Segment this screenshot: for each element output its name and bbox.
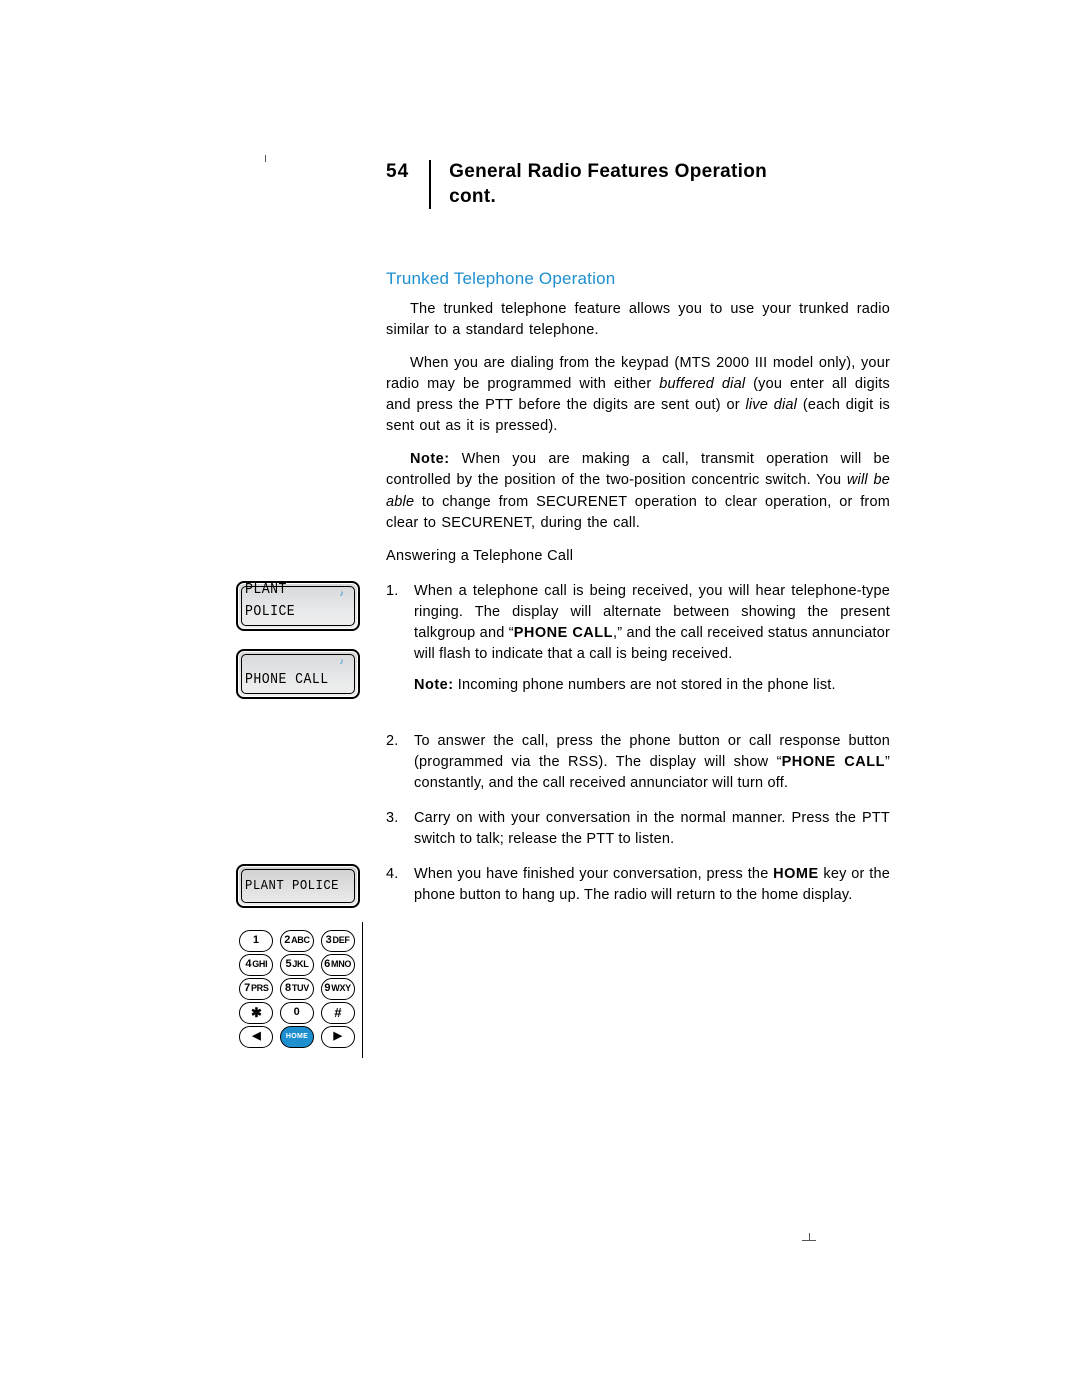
key-star[interactable]: ✱ xyxy=(239,1002,273,1024)
title-line-1: General Radio Features Operation xyxy=(449,161,767,182)
key-8[interactable]: 8TUV xyxy=(280,978,314,1000)
figure-column: ♪ PLANT POLICE ♪ PHONE CALL xyxy=(236,581,386,717)
step-text: 1. When a telephone call is being receiv… xyxy=(386,581,890,710)
key-5[interactable]: 5JKL xyxy=(280,954,314,976)
key-home[interactable]: HOME xyxy=(280,1026,314,1048)
key-right[interactable]: ▶ xyxy=(321,1026,355,1048)
paragraph: The trunked telephone feature allows you… xyxy=(386,299,890,341)
step-number: 4. xyxy=(386,864,402,906)
display-text: PLANT POLICE xyxy=(245,579,344,623)
paragraph: When you are dialing from the keypad (MT… xyxy=(386,353,890,437)
key-2[interactable]: 2ABC xyxy=(280,930,314,952)
section-heading: Trunked Telephone Operation xyxy=(386,269,890,289)
page-title: General Radio Features Operation cont. xyxy=(431,160,767,209)
arrow-left-icon: ◀ xyxy=(252,1029,260,1045)
note-paragraph: Note: When you are making a call, transm… xyxy=(386,449,890,533)
key-1[interactable]: 1 xyxy=(239,930,273,952)
step-number: 1. xyxy=(386,581,402,696)
key-0[interactable]: 0 xyxy=(280,1002,314,1024)
key-4[interactable]: 4GHI xyxy=(239,954,273,976)
title-line-2: cont. xyxy=(449,186,496,207)
step-item: 2. To answer the call, press the phone b… xyxy=(386,731,890,794)
key-9[interactable]: 9WXY xyxy=(321,978,355,1000)
sub-heading: Answering a Telephone Call xyxy=(386,546,890,567)
key-6[interactable]: 6MNO xyxy=(321,954,355,976)
body-column: The trunked telephone feature allows you… xyxy=(386,299,890,1057)
step-number: 2. xyxy=(386,731,402,794)
step-number: 3. xyxy=(386,808,402,850)
music-note-icon: ♪ xyxy=(340,655,345,668)
crop-mark xyxy=(258,148,272,162)
radio-display: ♪ PLANT POLICE xyxy=(236,581,360,631)
figure-column: PLANT POLICE 1 2ABC 3DEF 4GHI 5JKL 6MNO … xyxy=(236,864,386,1058)
display-text: PHONE CALL xyxy=(245,669,329,691)
page-header: 54 General Radio Features Operation cont… xyxy=(386,160,890,209)
step-text: 4. When you have finished your conversat… xyxy=(386,864,890,920)
page-number: 54 xyxy=(386,160,429,185)
radio-display: PLANT POLICE xyxy=(236,864,360,908)
step-row: ♪ PLANT POLICE ♪ PHONE CALL 1. When a te… xyxy=(386,581,890,717)
key-3[interactable]: 3DEF xyxy=(321,930,355,952)
key-left[interactable]: ◀ xyxy=(239,1026,273,1048)
step-item: 3. Carry on with your conversation in th… xyxy=(386,808,890,850)
key-hash[interactable]: # xyxy=(321,1002,355,1024)
display-text: PLANT POLICE xyxy=(245,876,339,896)
manual-page: 54 General Radio Features Operation cont… xyxy=(0,0,1080,1397)
radio-display: ♪ PHONE CALL xyxy=(236,649,360,699)
crop-mark xyxy=(802,1233,816,1247)
step-row: PLANT POLICE 1 2ABC 3DEF 4GHI 5JKL 6MNO … xyxy=(386,864,890,1058)
key-7[interactable]: 7PRS xyxy=(239,978,273,1000)
arrow-right-icon: ▶ xyxy=(334,1029,342,1045)
keypad: 1 2ABC 3DEF 4GHI 5JKL 6MNO 7PRS 8TUV 9WX… xyxy=(236,922,363,1058)
